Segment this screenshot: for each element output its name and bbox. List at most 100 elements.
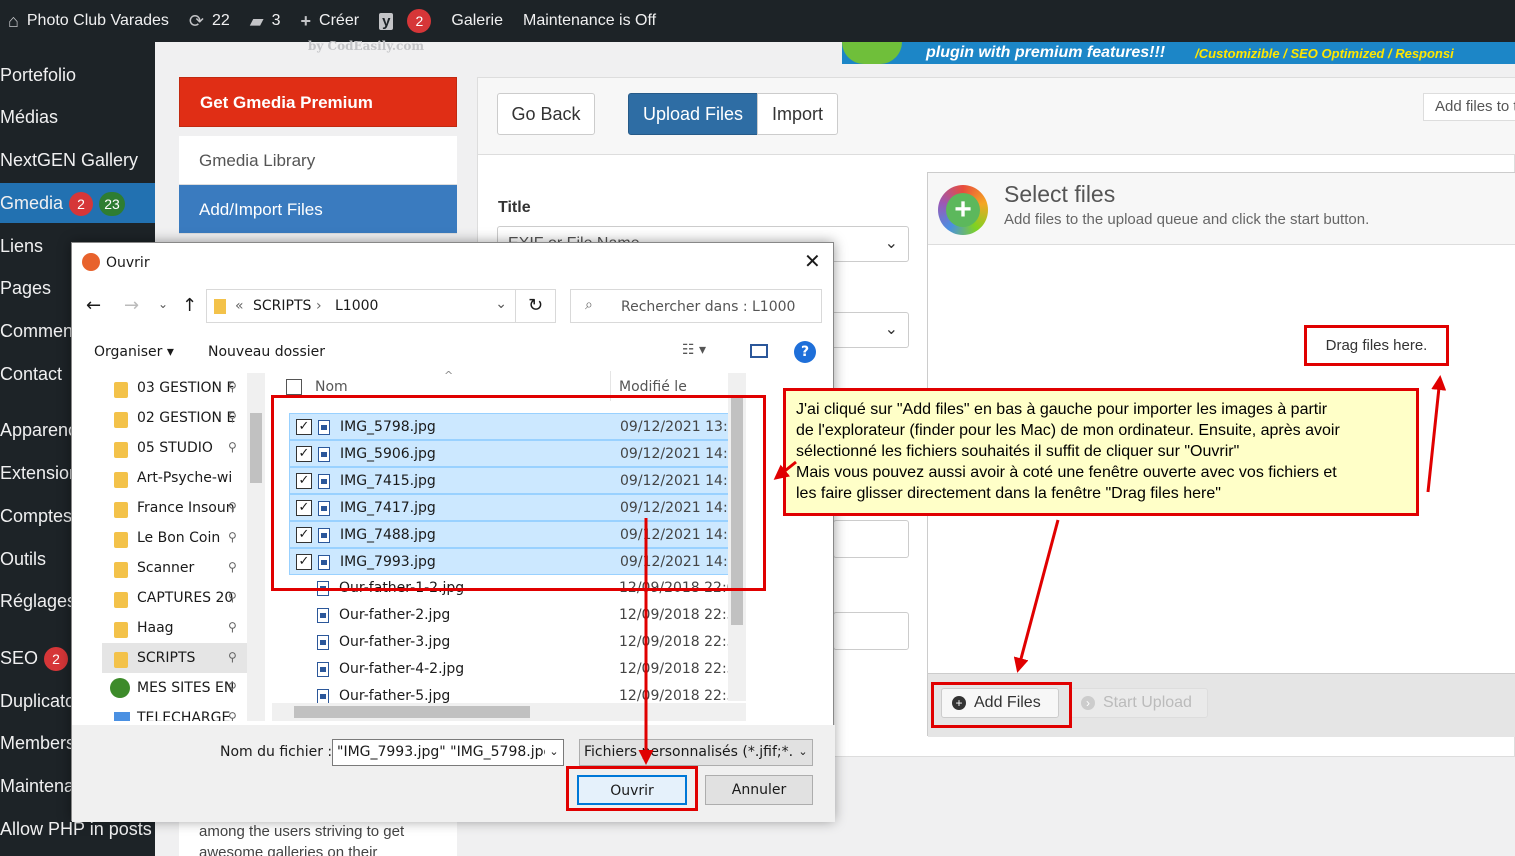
chevron-down-icon[interactable]: ⌄: [158, 297, 168, 311]
annotation-note: J'ai cliqué sur "Add files" en bas à gau…: [783, 388, 1419, 516]
new-folder-button[interactable]: Nouveau dossier: [208, 344, 325, 360]
navigation-pane: 03 GESTION F ⚲ 02 GESTION E ⚲ 05 STUDIO ⚲ A…: [72, 373, 247, 721]
close-icon[interactable]: ✕: [804, 249, 821, 273]
chevron-down-icon: ⌄: [794, 740, 812, 765]
uploader-title: Select files: [1004, 181, 1116, 207]
comments-link[interactable]: ▰ 3: [240, 0, 291, 42]
uploader-header: + Select files Add files to the upload q…: [928, 173, 1515, 245]
nav-folder[interactable]: France Insoun: [110, 493, 242, 523]
yoast-badge: 2: [407, 9, 432, 33]
open-highlight-box: [566, 766, 698, 811]
name-column-header[interactable]: Nom: [315, 379, 348, 395]
add-plus-icon: +: [938, 185, 988, 235]
image-file-icon: [317, 635, 329, 650]
address-bar[interactable]: « SCRIPTS › L1000 ⌄: [206, 289, 516, 323]
new-content-link[interactable]: + Créer: [291, 0, 370, 42]
premium-banner[interactable]: plugin with premium features!!! /Customi…: [842, 42, 1515, 64]
file-row[interactable]: Our-father-5.jpg 12/09/2018 22:5: [289, 683, 741, 703]
up-arrow-icon[interactable]: ↑: [182, 295, 197, 316]
start-upload-button[interactable]: › Start Upload: [1070, 688, 1208, 718]
text-input[interactable]: [833, 612, 909, 650]
breadcrumb-scripts[interactable]: SCRIPTS: [253, 298, 311, 314]
cancel-button[interactable]: Annuler: [705, 775, 813, 805]
gallery-link[interactable]: Galerie: [441, 0, 513, 42]
admin-bar: ⌂ Photo Club Varades ⟳ 22 ▰ 3 + Créer y …: [0, 0, 1515, 42]
preview-pane-icon[interactable]: [750, 344, 768, 358]
yoast-icon: y: [379, 12, 394, 30]
forward-arrow-icon[interactable]: →: [124, 295, 139, 316]
nav-folder[interactable]: 05 STUDIO: [110, 433, 242, 463]
folder-icon: [214, 299, 226, 314]
modified-column-header[interactable]: Modifié le: [619, 379, 687, 395]
search-field[interactable]: ⌕ Rechercher dans : L1000: [570, 289, 822, 323]
breadcrumb-l1000[interactable]: L1000: [335, 298, 378, 314]
nav-folder[interactable]: MES SITES EN: [110, 673, 242, 703]
list-horizontal-scrollbar[interactable]: [272, 703, 746, 721]
maintenance-link[interactable]: Maintenance is Off: [513, 0, 666, 42]
filename-label: Nom du fichier :: [220, 744, 333, 760]
file-row[interactable]: Our-father-3.jpg 12/09/2018 22:5: [289, 629, 741, 656]
text-input[interactable]: [833, 520, 909, 558]
file-type-select[interactable]: Fichiers personnalisés (*.jfif;*.pjp ⌄: [579, 739, 813, 766]
selection-highlight-box: [271, 395, 766, 591]
nav-folder[interactable]: 03 GESTION F: [110, 373, 242, 403]
pin-icon: ⚲: [228, 380, 237, 394]
refresh-icon[interactable]: ↻: [516, 289, 556, 323]
import-tab[interactable]: Import: [757, 93, 838, 135]
view-options-icon[interactable]: ☷ ▾: [682, 342, 706, 358]
title-label: Title: [498, 199, 531, 216]
menu-item-gmedia[interactable]: Gmedia 2 23: [0, 183, 155, 223]
upload-files-tab[interactable]: Upload Files: [628, 93, 758, 135]
list-hscroll-thumb[interactable]: [294, 706, 530, 718]
plus-icon: +: [300, 10, 312, 31]
site-name-link[interactable]: ⌂ Photo Club Varades: [0, 0, 179, 42]
file-row[interactable]: Our-father-2.jpg 12/09/2018 22:5: [289, 602, 741, 629]
nav-folder[interactable]: Scanner: [110, 553, 242, 583]
chevron-down-icon[interactable]: ⌄: [545, 740, 563, 765]
nav-folder[interactable]: CAPTURES 20: [110, 583, 242, 613]
get-premium-button[interactable]: Get Gmedia Premium: [179, 77, 457, 127]
gmedia-library-link[interactable]: Gmedia Library: [179, 136, 457, 185]
nav-folder[interactable]: Le Bon Coin: [110, 523, 242, 553]
back-arrow-icon[interactable]: ←: [86, 295, 101, 316]
image-file-icon: [317, 689, 329, 703]
drag-files-zone[interactable]: Drag files here.: [1304, 325, 1449, 366]
pin-icon: ⚲: [228, 500, 237, 514]
gmedia-badge-green: 23: [99, 192, 126, 216]
nav-scrollbar[interactable]: [247, 373, 265, 721]
dialog-title: Ouvrir: [106, 255, 150, 271]
pin-icon: ⚲: [228, 620, 237, 634]
yoast-link[interactable]: y 2: [369, 0, 441, 42]
nav-folder-selected[interactable]: SCRIPTS: [110, 643, 242, 673]
home-icon: ⌂: [8, 10, 19, 31]
nav-scroll-thumb[interactable]: [250, 413, 262, 483]
nav-folder[interactable]: 02 GESTION E: [110, 403, 242, 433]
image-file-icon: [317, 662, 329, 677]
organize-menu[interactable]: Organiser ▾: [94, 344, 174, 360]
go-back-button[interactable]: Go Back: [497, 93, 595, 135]
filename-input[interactable]: "IMG_7993.jpg" "IMG_5798.jpg" ⌄: [332, 739, 564, 766]
comment-icon: ▰: [249, 10, 264, 31]
nav-folder[interactable]: Haag: [110, 613, 242, 643]
menu-item-portefolio[interactable]: Portefolio: [0, 55, 155, 95]
pin-icon: ⚲: [228, 590, 237, 604]
breadcrumb-chevron-icon: ›: [316, 298, 322, 314]
nav-folder[interactable]: TELECHARGE: [110, 703, 242, 721]
file-row[interactable]: Our-father-4-2.jpg 12/09/2018 22:5: [289, 656, 741, 683]
help-icon[interactable]: ?: [794, 341, 816, 363]
select-all-checkbox[interactable]: [286, 379, 302, 395]
seo-badge: 2: [44, 647, 69, 671]
pin-icon: ⚲: [228, 680, 237, 694]
add-files-hint[interactable]: Add files to t: [1423, 93, 1515, 121]
updates-link[interactable]: ⟳ 22: [179, 0, 240, 42]
menu-item-nextgen[interactable]: NextGEN Gallery: [0, 140, 155, 180]
add-import-files-link[interactable]: Add/Import Files: [179, 185, 457, 234]
image-file-icon: [317, 608, 329, 623]
uploader-subtitle: Add files to the upload queue and click …: [1004, 211, 1370, 228]
pin-icon: ⚲: [228, 530, 237, 544]
nav-folder[interactable]: Art-Psyche-wi: [110, 463, 242, 493]
menu-item-medias[interactable]: Médias: [0, 97, 155, 137]
codeasily-credit: by CodEasily.com: [308, 39, 425, 53]
refresh-icon: ⟳: [188, 10, 204, 31]
chevron-down-icon[interactable]: ⌄: [495, 296, 507, 312]
